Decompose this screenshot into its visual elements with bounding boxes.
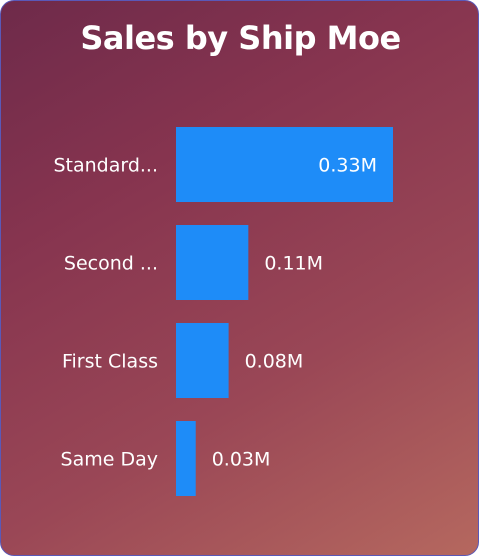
value-label: 0.08M — [245, 351, 304, 373]
category-label: Standard... — [53, 155, 158, 177]
bar-3[interactable] — [176, 421, 196, 496]
category-label: Second ... — [64, 253, 158, 275]
value-label: 0.03M — [212, 449, 271, 471]
value-label: 0.33M — [318, 155, 377, 177]
category-label: Same Day — [61, 449, 158, 471]
value-label: 0.11M — [264, 253, 323, 275]
category-label: First Class — [62, 351, 158, 373]
bar-1[interactable] — [176, 225, 249, 300]
bar-2[interactable] — [176, 323, 229, 398]
bar-chart: Standard... 0.33M Second ... 0.11M First Cla… — [53, 127, 393, 496]
